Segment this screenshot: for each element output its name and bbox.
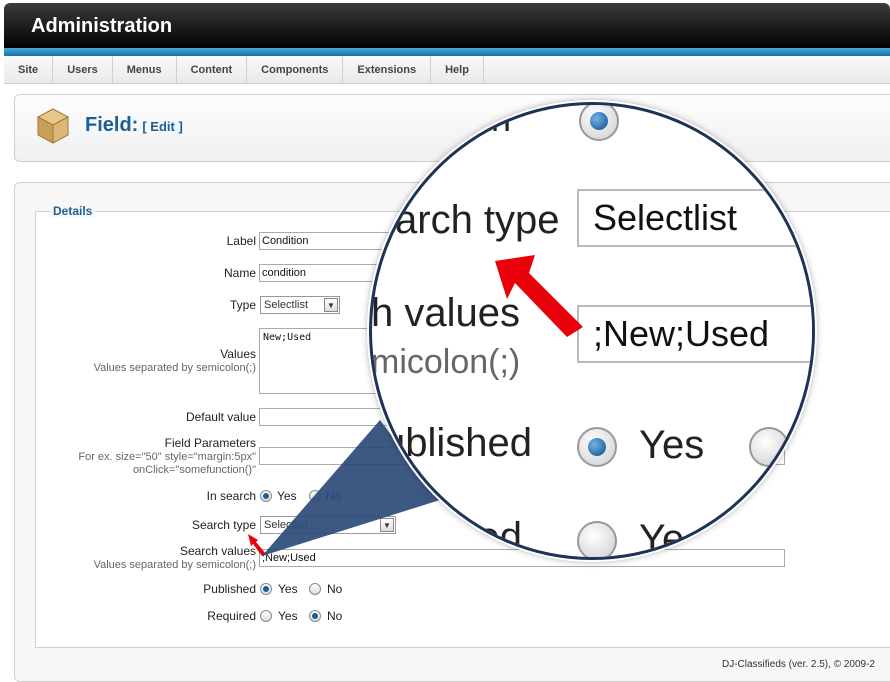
values-hint: Values separated by semicolon(;) — [93, 362, 256, 374]
zoom-search-type-label: arch type — [395, 198, 560, 242]
required-yes-radio[interactable] — [260, 610, 272, 622]
box-icon — [36, 108, 70, 144]
name-input[interactable]: condition — [259, 264, 389, 282]
menu-help[interactable]: Help — [431, 56, 484, 83]
search-type-label: Search type — [191, 518, 256, 532]
zoom-published-label: ublished — [383, 421, 533, 465]
zoom-required-yes: Ye — [639, 517, 685, 560]
page-subtitle-edit: [ Edit ] — [142, 119, 183, 134]
type-select[interactable]: Selectlist ▼ — [260, 296, 340, 314]
search-type-select-value: Selectlist — [264, 519, 309, 531]
page-title-text: Field: — [85, 114, 139, 136]
in-search-no-label: No — [326, 489, 342, 503]
zoom-hint-fragment: micolon(;) — [371, 343, 521, 381]
published-yes-radio[interactable] — [260, 583, 272, 595]
default-value-label: Default value — [185, 410, 256, 424]
search-values-hint: Values separated by semicolon(;) — [93, 559, 256, 571]
app-title: Administration — [31, 15, 173, 37]
zoom-red-arrow-icon — [495, 255, 583, 337]
zoom-search-values-box: ;New;Used — [577, 305, 812, 363]
zoom-required-label: uired — [433, 515, 522, 559]
required-label: Required — [207, 609, 256, 623]
label-field-label: Label — [226, 234, 256, 248]
menu-site[interactable]: Site — [4, 56, 54, 83]
zoom-search-type-box: Selectlist — [577, 189, 812, 247]
header-stripe — [4, 48, 890, 56]
zoom-published-yes-radio — [577, 427, 617, 467]
menu-extensions[interactable]: Extensions — [343, 56, 432, 83]
name-field-label: Name — [223, 266, 256, 280]
published-no-label: No — [327, 582, 343, 596]
menu-users[interactable]: Users — [53, 56, 113, 83]
zoom-published-yes: Yes — [639, 423, 705, 467]
zoom-top-radio — [579, 105, 619, 141]
chevron-down-icon: ▼ — [324, 298, 338, 312]
zoom-published-no-radio — [749, 427, 789, 467]
required-no-radio[interactable] — [309, 610, 321, 622]
required-no-label: No — [327, 609, 343, 623]
magnifier-lens: ch arch type Selectlist h values micolon… — [369, 102, 815, 560]
admin-header: Administration — [4, 3, 890, 50]
search-values-label: Search values — [179, 544, 256, 558]
zoom-required-yes-radio — [577, 521, 617, 557]
zoom-top-fragment: ch — [473, 102, 512, 139]
details-legend: Details — [50, 204, 96, 218]
default-value-input[interactable] — [259, 408, 389, 426]
main-menu: Site Users Menus Content Components Exte… — [4, 56, 890, 84]
published-yes-label: Yes — [278, 582, 298, 596]
published-no-radio[interactable] — [309, 583, 321, 595]
in-search-yes-label: Yes — [277, 489, 297, 503]
red-arrow-icon — [248, 534, 266, 556]
published-label: Published — [203, 582, 256, 596]
in-search-yes-radio[interactable] — [260, 490, 272, 502]
required-yes-label: Yes — [278, 609, 298, 623]
values-field-label: Values — [220, 347, 256, 361]
type-field-label: Type — [229, 298, 256, 312]
menu-content[interactable]: Content — [177, 56, 248, 83]
page-title: Field:[ Edit ] — [85, 114, 183, 137]
field-parameters-label: Field Parameters — [164, 436, 256, 450]
label-input[interactable]: Condition — [259, 232, 389, 250]
footer-version: DJ-Classifieds (ver. 2.5), © 2009-2 — [722, 659, 875, 670]
menu-menus[interactable]: Menus — [113, 56, 177, 83]
in-search-no-radio[interactable] — [309, 490, 321, 502]
field-parameters-hint-2: onClick="somefunction()" — [132, 464, 256, 476]
in-search-label: In search — [206, 489, 256, 503]
menu-components[interactable]: Components — [247, 56, 344, 83]
type-select-value: Selectlist — [264, 299, 309, 311]
field-parameters-hint-1: For ex. size="50" style="margin:5px" — [78, 451, 256, 463]
